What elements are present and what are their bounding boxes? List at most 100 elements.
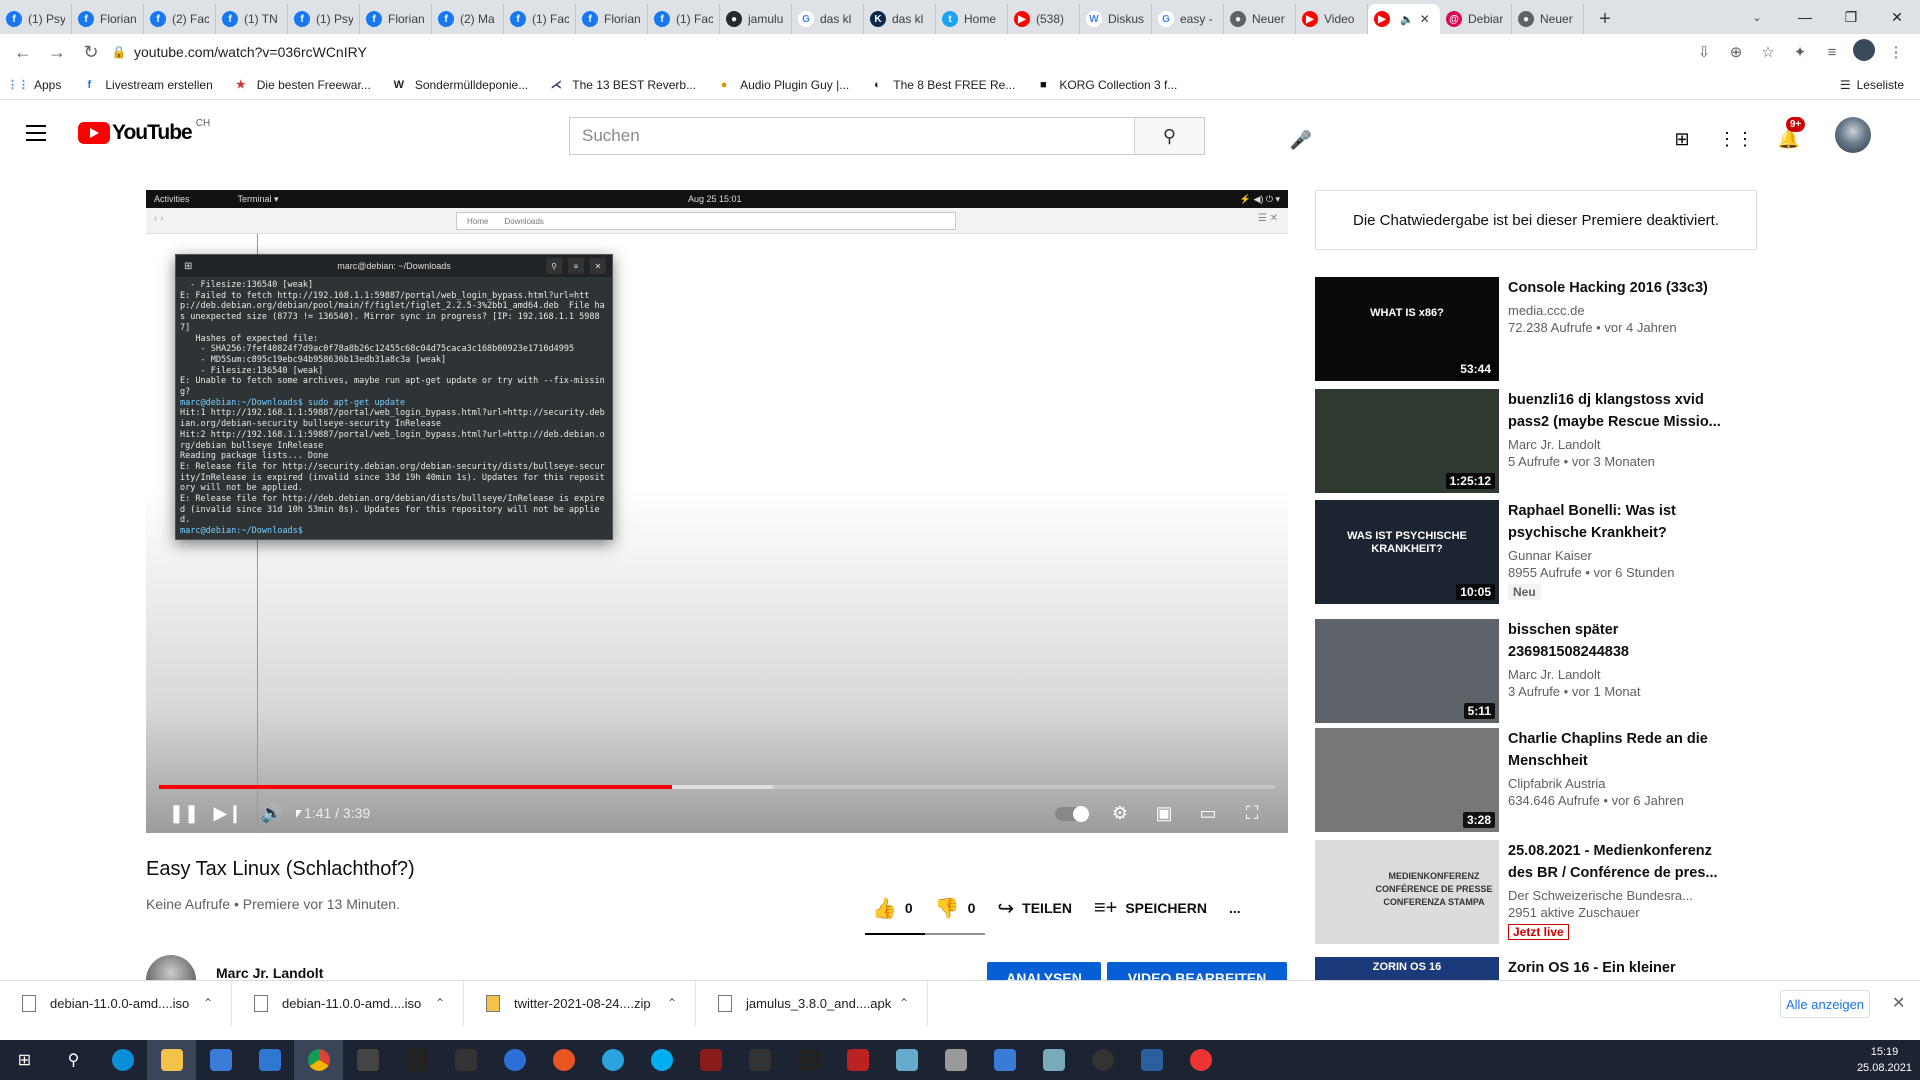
download-item[interactable]: twitter-2021-08-24....zip ⌃ xyxy=(464,980,696,1026)
youtube-logo[interactable]: YouTube CH xyxy=(78,118,210,145)
file-explorer-icon[interactable] xyxy=(147,1040,196,1080)
browser-tab[interactable]: t Home xyxy=(936,4,1008,34)
profile-avatar[interactable] xyxy=(1848,39,1880,65)
browser-tab[interactable]: f (1) Fac xyxy=(648,4,720,34)
recommended-video[interactable]: 3:28 Charlie Chaplins Rede an die Menschh… xyxy=(1315,728,1775,832)
recommended-title[interactable]: bisschen später 236981508244838 xyxy=(1508,619,1738,663)
taskbar-clock[interactable]: 15:19 25.08.2021 xyxy=(1857,1044,1912,1076)
tab-search-icon[interactable]: ⌄ xyxy=(1746,6,1768,28)
recommended-title[interactable]: Raphael Bonelli: Was ist psychische Kran… xyxy=(1508,500,1738,544)
video-progress-bar[interactable] xyxy=(159,785,1275,789)
new-tab-button[interactable]: + xyxy=(1590,4,1620,34)
volume-icon[interactable]: 🔊 xyxy=(258,801,286,825)
recommended-channel[interactable]: Marc Jr. Landolt xyxy=(1508,667,1738,682)
edge-icon[interactable] xyxy=(98,1040,147,1080)
lock-icon[interactable]: 🔒 xyxy=(104,45,134,59)
browser-tab[interactable]: f (1) Psy xyxy=(288,4,360,34)
back-button[interactable]: ← xyxy=(6,35,40,69)
recommended-video[interactable]: 1:25:12 buenzli16 dj klangstoss xvid pass… xyxy=(1315,389,1775,493)
video-thumbnail[interactable]: MEDIENKONFERENZ CONFÉRENCE DE PRESSE CON… xyxy=(1315,840,1499,944)
video-thumbnail[interactable]: WAS IST PSYCHISCHE KRANKHEIT? 10:05 xyxy=(1315,500,1499,604)
voicemeeter-icon[interactable] xyxy=(833,1040,882,1080)
save-button[interactable]: ≡+ SPEICHERN xyxy=(1094,897,1207,920)
like-button[interactable]: 👍 0 xyxy=(872,896,913,921)
download-item[interactable]: jamulus_3.8.0_and....apk ⌃ xyxy=(696,980,928,1026)
recommended-channel[interactable]: Clipfabrik Austria xyxy=(1508,776,1738,791)
bookmark-item[interactable]: ⋌ The 13 BEST Reverb... xyxy=(538,77,706,93)
menu-hamburger-icon[interactable] xyxy=(24,121,48,145)
app-icon-2[interactable] xyxy=(931,1040,980,1080)
recommended-title[interactable]: buenzli16 dj klangstoss xvid pass2 (mayb… xyxy=(1508,389,1738,433)
minimize-button[interactable]: — xyxy=(1782,0,1828,34)
browser-tab[interactable]: f (1) Fac xyxy=(504,4,576,34)
video-thumbnail[interactable]: ZORIN OS 16 xyxy=(1315,957,1499,980)
telegram-icon[interactable] xyxy=(588,1040,637,1080)
chevron-up-icon[interactable]: ⌃ xyxy=(899,996,909,1010)
browser-tab[interactable]: f (1) TN xyxy=(216,4,288,34)
forward-button[interactable]: → xyxy=(40,35,74,69)
apps-grid-icon[interactable]: ⋮⋮ xyxy=(1718,125,1754,153)
browser-tab[interactable]: f (2) Ma xyxy=(432,4,504,34)
bookmark-item[interactable]: ★ Die besten Freewar... xyxy=(223,77,381,93)
browser-tab[interactable]: ● Neuer xyxy=(1512,4,1584,34)
reload-button[interactable]: ↻ xyxy=(74,35,108,69)
download-item[interactable]: debian-11.0.0-amd....iso ⌃ xyxy=(0,980,232,1026)
recommended-video[interactable]: ZORIN OS 16 Zorin OS 16 - Ein kleiner xyxy=(1315,957,1775,980)
show-all-downloads-button[interactable]: Alle anzeigen xyxy=(1780,990,1870,1018)
address-bar[interactable]: 🔒 youtube.com/watch?v=036rcWCnIRY ⇩ ⊕ ☆ … xyxy=(104,37,1912,67)
recommended-title[interactable]: 25.08.2021 - Medienkonferenz des BR / Co… xyxy=(1508,840,1738,884)
app-icon-3[interactable] xyxy=(980,1040,1029,1080)
video-player[interactable]: Activities Terminal ▾ Aug 25 15:01 ⚡ ◀) … xyxy=(146,190,1288,833)
browser-tab[interactable]: f Florian xyxy=(576,4,648,34)
daw-icon[interactable] xyxy=(686,1040,735,1080)
obs-icon[interactable] xyxy=(1078,1040,1127,1080)
recommended-channel[interactable]: media.ccc.de xyxy=(1508,303,1738,318)
browser-tab[interactable]: W Diskus xyxy=(1080,4,1152,34)
browser-tab[interactable]: ▶ (538) xyxy=(1008,4,1080,34)
recommended-video[interactable]: WAS IST PSYCHISCHE KRANKHEIT? 10:05 Raphae… xyxy=(1315,500,1775,604)
install-app-icon[interactable]: ⇩ xyxy=(1688,43,1720,61)
browser-tab[interactable]: f Florian xyxy=(360,4,432,34)
notepad-icon[interactable] xyxy=(1029,1040,1078,1080)
media-control-icon[interactable]: ≡ xyxy=(1816,44,1848,61)
search-button[interactable]: ⚲ xyxy=(1134,118,1204,154)
chevron-up-icon[interactable]: ⌃ xyxy=(435,996,445,1010)
browser-tab[interactable]: Kdas kl xyxy=(864,4,936,34)
bookmark-item[interactable]: ● Audio Plugin Guy |... xyxy=(706,77,859,93)
browser-tab[interactable]: Gdas kl xyxy=(792,4,864,34)
extensions-puzzle-icon[interactable]: ✦ xyxy=(1784,43,1816,61)
recommended-title[interactable]: Charlie Chaplins Rede an die Menschheit xyxy=(1508,728,1738,772)
bookmark-item[interactable]: ◐ The 8 Best FREE Re... xyxy=(859,77,1025,93)
channel-name[interactable]: Marc Jr. Landolt xyxy=(216,965,323,981)
autoplay-toggle[interactable] xyxy=(1055,806,1089,822)
video-thumbnail[interactable]: 1:25:12 xyxy=(1315,389,1499,493)
recommended-video[interactable]: WHAT IS x86? 53:44 Console Hacking 2016 (3… xyxy=(1315,277,1775,381)
search-icon[interactable]: ⚲ xyxy=(49,1040,98,1080)
screen-recorder-icon[interactable] xyxy=(1176,1040,1225,1080)
virtualbox-icon[interactable] xyxy=(1127,1040,1176,1080)
menu-kebab-icon[interactable]: ⋮ xyxy=(1880,43,1912,61)
chrome-icon[interactable] xyxy=(294,1040,343,1080)
theater-mode-icon[interactable]: ▭ xyxy=(1194,801,1222,825)
video-thumbnail[interactable]: WHAT IS x86? 53:44 xyxy=(1315,277,1499,381)
more-actions-button[interactable]: ... xyxy=(1229,900,1241,916)
browser-tab[interactable]: f (1) Psy xyxy=(0,4,72,34)
bookmark-star-icon[interactable]: ☆ xyxy=(1752,43,1784,61)
ubuntu-icon[interactable] xyxy=(539,1040,588,1080)
app-icon-1[interactable] xyxy=(343,1040,392,1080)
signal-icon[interactable] xyxy=(490,1040,539,1080)
dislike-button[interactable]: 👎 0 xyxy=(935,896,976,921)
browser-tab[interactable]: @ Debiar xyxy=(1440,4,1512,34)
close-window-button[interactable]: ✕ xyxy=(1874,0,1920,34)
browser-tab[interactable]: ▶ Video xyxy=(1296,4,1368,34)
browser-tab[interactable]: Geasy - xyxy=(1152,4,1224,34)
recommended-title[interactable]: Console Hacking 2016 (33c3) xyxy=(1508,277,1738,299)
browser-tab[interactable]: ● jamulu xyxy=(720,4,792,34)
live-icon[interactable] xyxy=(441,1040,490,1080)
browser-tab[interactable]: ● Neuer xyxy=(1224,4,1296,34)
chevron-up-icon[interactable]: ⌃ xyxy=(203,996,213,1010)
recommended-video[interactable]: 5:11 bisschen später 236981508244838 Marc … xyxy=(1315,619,1775,723)
kali-icon[interactable] xyxy=(735,1040,784,1080)
recommended-channel[interactable]: Der Schweizerische Bundesra... xyxy=(1508,888,1738,903)
maximize-button[interactable]: ❐ xyxy=(1828,0,1874,34)
